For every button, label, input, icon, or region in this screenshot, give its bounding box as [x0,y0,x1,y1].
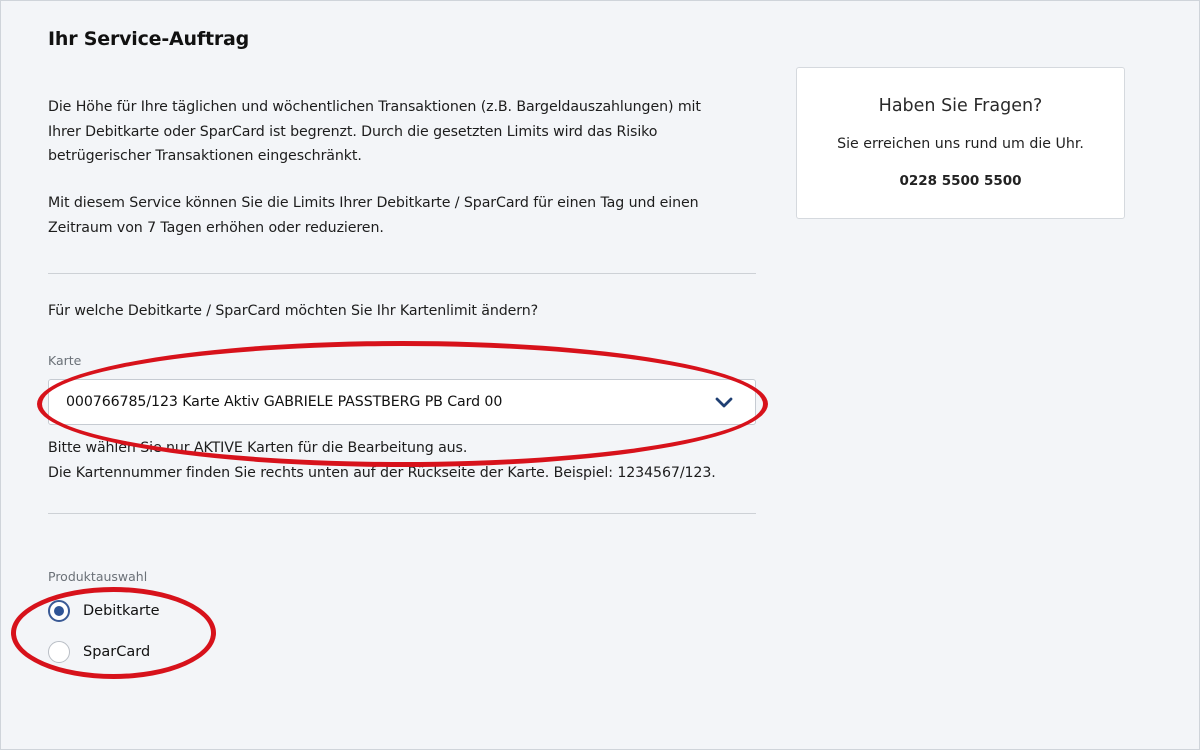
radio-option-debitkarte[interactable]: Debitkarte [48,600,160,622]
card-hint: Bitte wählen Sie nur AKTIVE Karten für d… [48,436,716,485]
service-line: Zeitraum von 7 Tagen erhöhen oder reduzi… [48,219,384,236]
product-field-label: Produktauswahl [48,569,148,584]
radio-button-sparcard[interactable] [48,641,70,663]
service-line: Mit diesem Service können Sie die Limits… [48,195,699,211]
page-title: Ihr Service-Auftrag [48,28,250,50]
card-hint-line: Bitte wählen Sie nur AKTIVE Karten für d… [48,440,468,456]
divider [48,513,756,514]
intro-line: Ihrer Debitkarte oder SparCard ist begre… [48,123,658,140]
card-hint-line: Die Kartennummer finden Sie rechts unten… [48,464,716,481]
radio-label-debitkarte: Debitkarte [83,603,160,619]
card-select-value: 000766785/123 Karte Aktiv GABRIELE PASST… [66,394,503,410]
help-box-text: Sie erreichen uns rund um die Uhr. [837,136,1084,152]
service-text: Mit diesem Service können Sie die Limits… [48,191,768,240]
help-phone-number: 0228 5500 5500 [899,173,1022,189]
intro-text: Die Höhe für Ihre täglichen und wöchentl… [48,95,768,169]
radio-button-debitkarte[interactable] [48,600,70,622]
intro-line: betrügerischer Transaktionen eingeschrän… [48,148,362,164]
chevron-down-icon[interactable] [713,391,735,413]
card-question: Für welche Debitkarte / SparCard möchten… [48,303,539,319]
intro-line: Die Höhe für Ihre täglichen und wöchentl… [48,99,701,115]
card-select[interactable]: 000766785/123 Karte Aktiv GABRIELE PASST… [48,379,756,425]
radio-label-sparcard: SparCard [83,644,151,660]
divider [48,273,756,274]
help-box-title: Haben Sie Fragen? [878,96,1043,116]
help-box: Haben Sie Fragen? Sie erreichen uns rund… [796,67,1125,219]
radio-option-sparcard[interactable]: SparCard [48,641,150,663]
card-field-label: Karte [48,353,82,368]
